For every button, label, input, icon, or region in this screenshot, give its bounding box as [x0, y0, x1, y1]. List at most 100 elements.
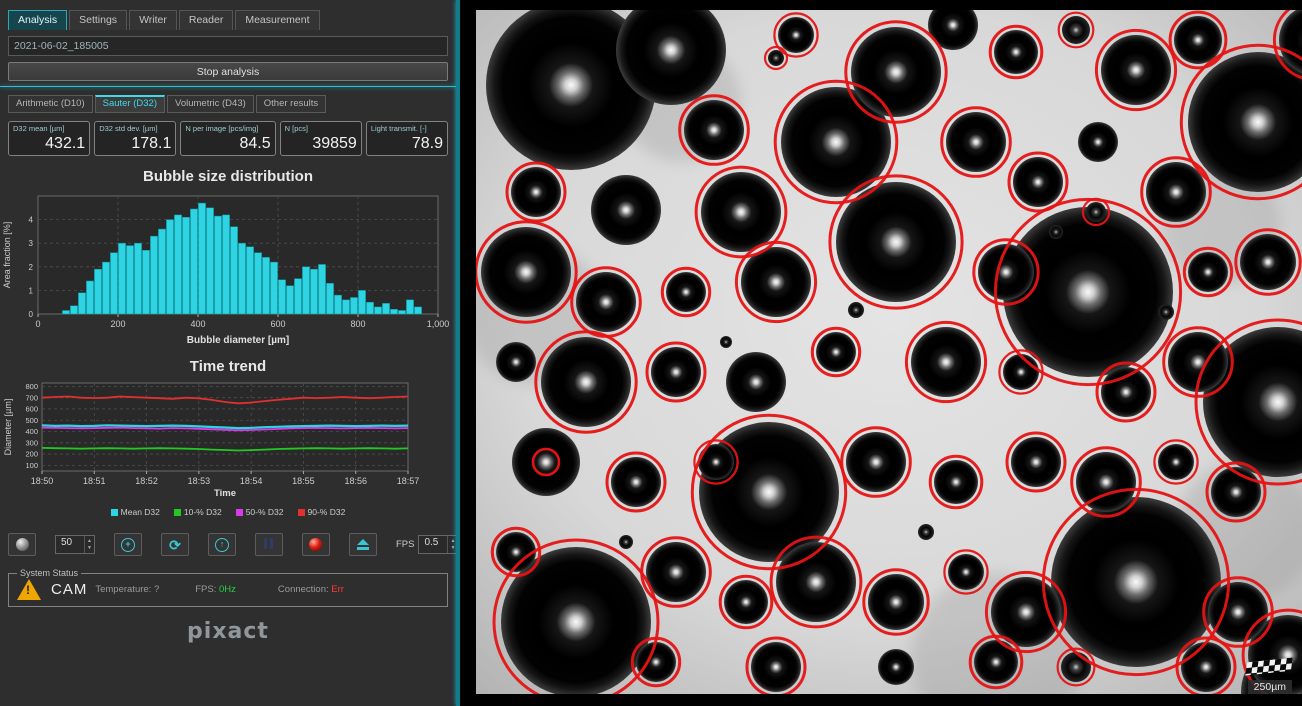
svg-text:2: 2: [29, 263, 34, 272]
legend-50-d32: 50-% D32: [236, 507, 284, 517]
zoom-in-button[interactable]: +: [114, 533, 142, 556]
svg-text:18:55: 18:55: [292, 476, 315, 486]
spinner-arrows[interactable]: ▲▼: [84, 536, 94, 553]
control-panel: AnalysisSettingsWriterReaderMeasurement …: [0, 0, 456, 706]
svg-text:600: 600: [25, 405, 38, 414]
result-tab-sauter-d32[interactable]: Sauter (D32): [95, 95, 165, 113]
svg-text:800: 800: [350, 319, 365, 329]
spinner-value: 50: [56, 536, 84, 553]
app-window: AnalysisSettingsWriterReaderMeasurement …: [0, 0, 1302, 706]
svg-text:500: 500: [25, 416, 38, 425]
upload-button[interactable]: ↑: [208, 533, 236, 556]
time-trend-chart: 18:5018:5118:5218:5318:5418:5518:5618:57…: [0, 377, 456, 505]
warning-icon: !: [17, 579, 41, 600]
sphere-gray-icon: [16, 538, 29, 551]
legend-swatch: [298, 509, 305, 516]
scale-widget: 250µm: [1246, 660, 1292, 694]
svg-text:0: 0: [29, 310, 34, 319]
svg-text:800: 800: [25, 382, 38, 391]
device-label: CAM: [51, 581, 87, 598]
stop-analysis-button[interactable]: Stop analysis: [8, 62, 448, 81]
camera-view-pane: 250µm: [460, 0, 1302, 706]
svg-text:200: 200: [25, 450, 38, 459]
svg-text:700: 700: [25, 393, 38, 402]
metric-d32-mean-m: D32 mean [µm] 432.1: [8, 121, 90, 156]
metric-label: D32 mean [µm]: [13, 124, 85, 133]
svg-text:0: 0: [35, 319, 40, 329]
circle-refresh-icon: ⟳: [169, 538, 181, 552]
acquisition-toolbar: 50▲▼ + ⟳ ↑ FPS 0.5 ▲▼: [8, 533, 448, 556]
legend-90-d32: 90-% D32: [298, 507, 346, 517]
record-button[interactable]: [302, 533, 330, 556]
svg-text:4: 4: [29, 216, 34, 225]
connection-status-label: Connection:: [278, 584, 329, 595]
count-spinner[interactable]: 50▲▼: [55, 535, 95, 554]
metric-label: D32 std dev. [µm]: [99, 124, 171, 133]
fps-spinner[interactable]: FPS 0.5▲▼: [396, 535, 456, 554]
svg-text:200: 200: [110, 319, 125, 329]
tab-measurement[interactable]: Measurement: [235, 10, 319, 30]
connection-status-value: Err: [331, 584, 344, 595]
trend-title: Time trend: [0, 358, 456, 375]
spinner-arrows[interactable]: ▲▼: [447, 536, 456, 553]
svg-text:18:52: 18:52: [135, 476, 158, 486]
pixact-logo: pixact: [0, 619, 456, 644]
metric-value: 39859: [285, 135, 357, 153]
pause-button[interactable]: [255, 533, 283, 556]
svg-text:18:50: 18:50: [31, 476, 54, 486]
metric-value: 78.9: [371, 135, 443, 153]
metric-n-per-image-pcs-img: N per image [pcs/img] 84.5: [180, 121, 275, 156]
metric-value: 178.1: [99, 135, 171, 153]
svg-text:18:57: 18:57: [397, 476, 420, 486]
metric-label: N [pcs]: [285, 124, 357, 133]
circle-plus-icon: +: [121, 538, 135, 552]
svg-text:18:53: 18:53: [188, 476, 211, 486]
metric-d32-std-dev-m: D32 std dev. [µm] 178.1: [94, 121, 176, 156]
legend-swatch: [174, 509, 181, 516]
svg-text:400: 400: [190, 319, 205, 329]
svg-text:Bubble diameter [µm]: Bubble diameter [µm]: [187, 335, 289, 346]
refresh-button[interactable]: ⟳: [161, 533, 189, 556]
legend-10-d32: 10-% D32: [174, 507, 222, 517]
metric-light-transmit: Light transmit. [-] 78.9: [366, 121, 448, 156]
result-tabbar: Arithmetic (D10)Sauter (D32)Volumetric (…: [0, 87, 456, 113]
eject-icon: [357, 539, 369, 550]
svg-text:100: 100: [25, 461, 38, 470]
main-tabbar: AnalysisSettingsWriterReaderMeasurement: [0, 0, 456, 30]
tab-reader[interactable]: Reader: [179, 10, 233, 30]
measurement-name-input[interactable]: [8, 36, 448, 56]
tab-analysis[interactable]: Analysis: [8, 10, 67, 30]
result-tab-volumetric-d43[interactable]: Volumetric (D43): [167, 95, 254, 113]
fps-label: FPS: [396, 539, 414, 550]
svg-text:Diameter [µm]: Diameter [µm]: [3, 399, 13, 456]
metric-n-pcs: N [pcs] 39859: [280, 121, 362, 156]
legend-mean-d32: Mean D32: [111, 507, 160, 517]
ball-button[interactable]: [8, 533, 36, 556]
spinner-value: 0.5: [419, 536, 447, 553]
tab-writer[interactable]: Writer: [129, 10, 177, 30]
system-status-panel: System Status ! CAM Temperature: ? FPS: …: [8, 568, 448, 607]
metric-value: 84.5: [185, 135, 270, 153]
eject-button[interactable]: [349, 533, 377, 556]
tab-settings[interactable]: Settings: [69, 10, 127, 30]
svg-text:1: 1: [29, 286, 34, 295]
result-tab-arithmetic-d10[interactable]: Arithmetic (D10): [8, 95, 93, 113]
trend-legend: Mean D32 10-% D32 50-% D32 90-% D32: [0, 507, 456, 517]
fps-status: FPS: 0Hz: [195, 584, 236, 595]
svg-text:18:56: 18:56: [344, 476, 367, 486]
metric-label: Light transmit. [-]: [371, 124, 443, 133]
system-status-title: System Status: [17, 568, 81, 578]
svg-text:600: 600: [270, 319, 285, 329]
bubble-size-distribution-chart: 02004006008001,00001234Bubble diameter […: [0, 188, 456, 346]
result-tab-other-results[interactable]: Other results: [256, 95, 326, 113]
svg-text:18:51: 18:51: [83, 476, 106, 486]
svg-text:Time: Time: [214, 488, 236, 499]
connection-status: Connection: Err: [278, 584, 344, 595]
legend-swatch: [111, 509, 118, 516]
metric-value: 432.1: [13, 135, 85, 153]
scale-label: 250µm: [1248, 680, 1292, 694]
legend-swatch: [236, 509, 243, 516]
metric-label: N per image [pcs/img]: [185, 124, 270, 133]
svg-text:1,000: 1,000: [427, 319, 450, 329]
pause-icon: [263, 536, 275, 554]
